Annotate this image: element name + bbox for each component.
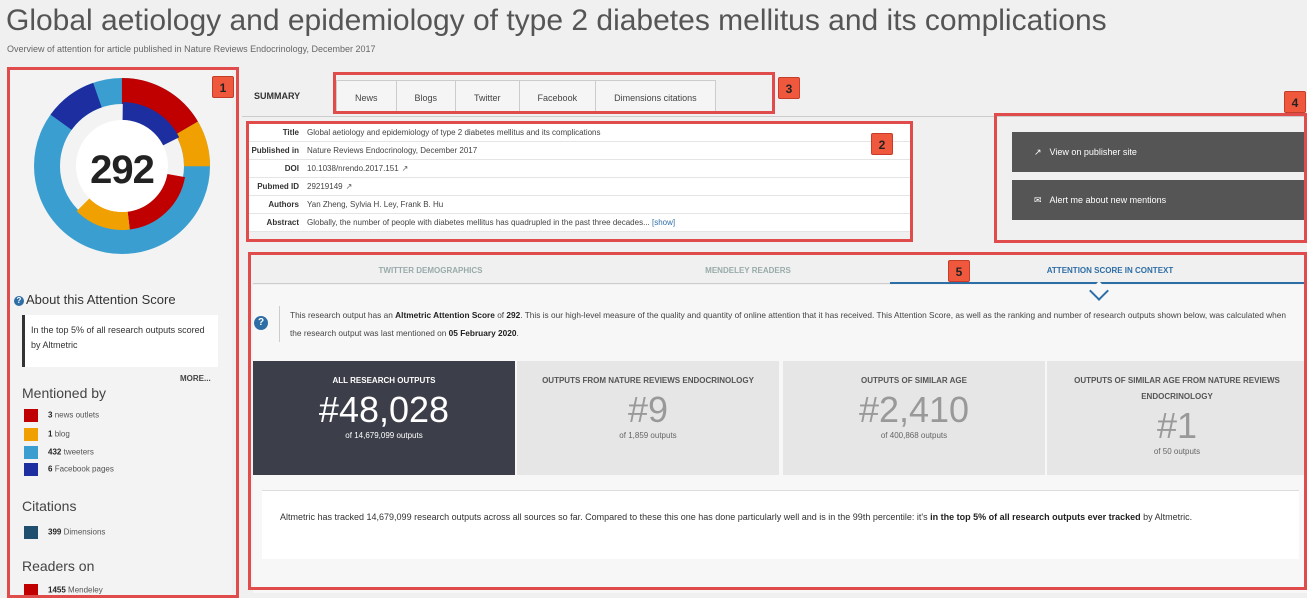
annotation-box-2 [246, 121, 913, 242]
annotation-box-4 [994, 113, 1307, 243]
page-subtitle: Overview of attention for article publis… [7, 44, 376, 54]
callout-4: 4 [1284, 91, 1306, 113]
callout-5: 5 [948, 260, 970, 282]
annotation-box-5 [248, 252, 1307, 590]
annotation-box-3 [333, 72, 775, 114]
page-title: Global aetiology and epidemiology of typ… [6, 4, 1107, 37]
annotation-box-1 [7, 67, 239, 598]
tab-summary[interactable]: SUMMARY [254, 91, 300, 101]
callout-1: 1 [212, 76, 234, 98]
callout-2: 2 [871, 133, 893, 155]
callout-3: 3 [778, 77, 800, 99]
